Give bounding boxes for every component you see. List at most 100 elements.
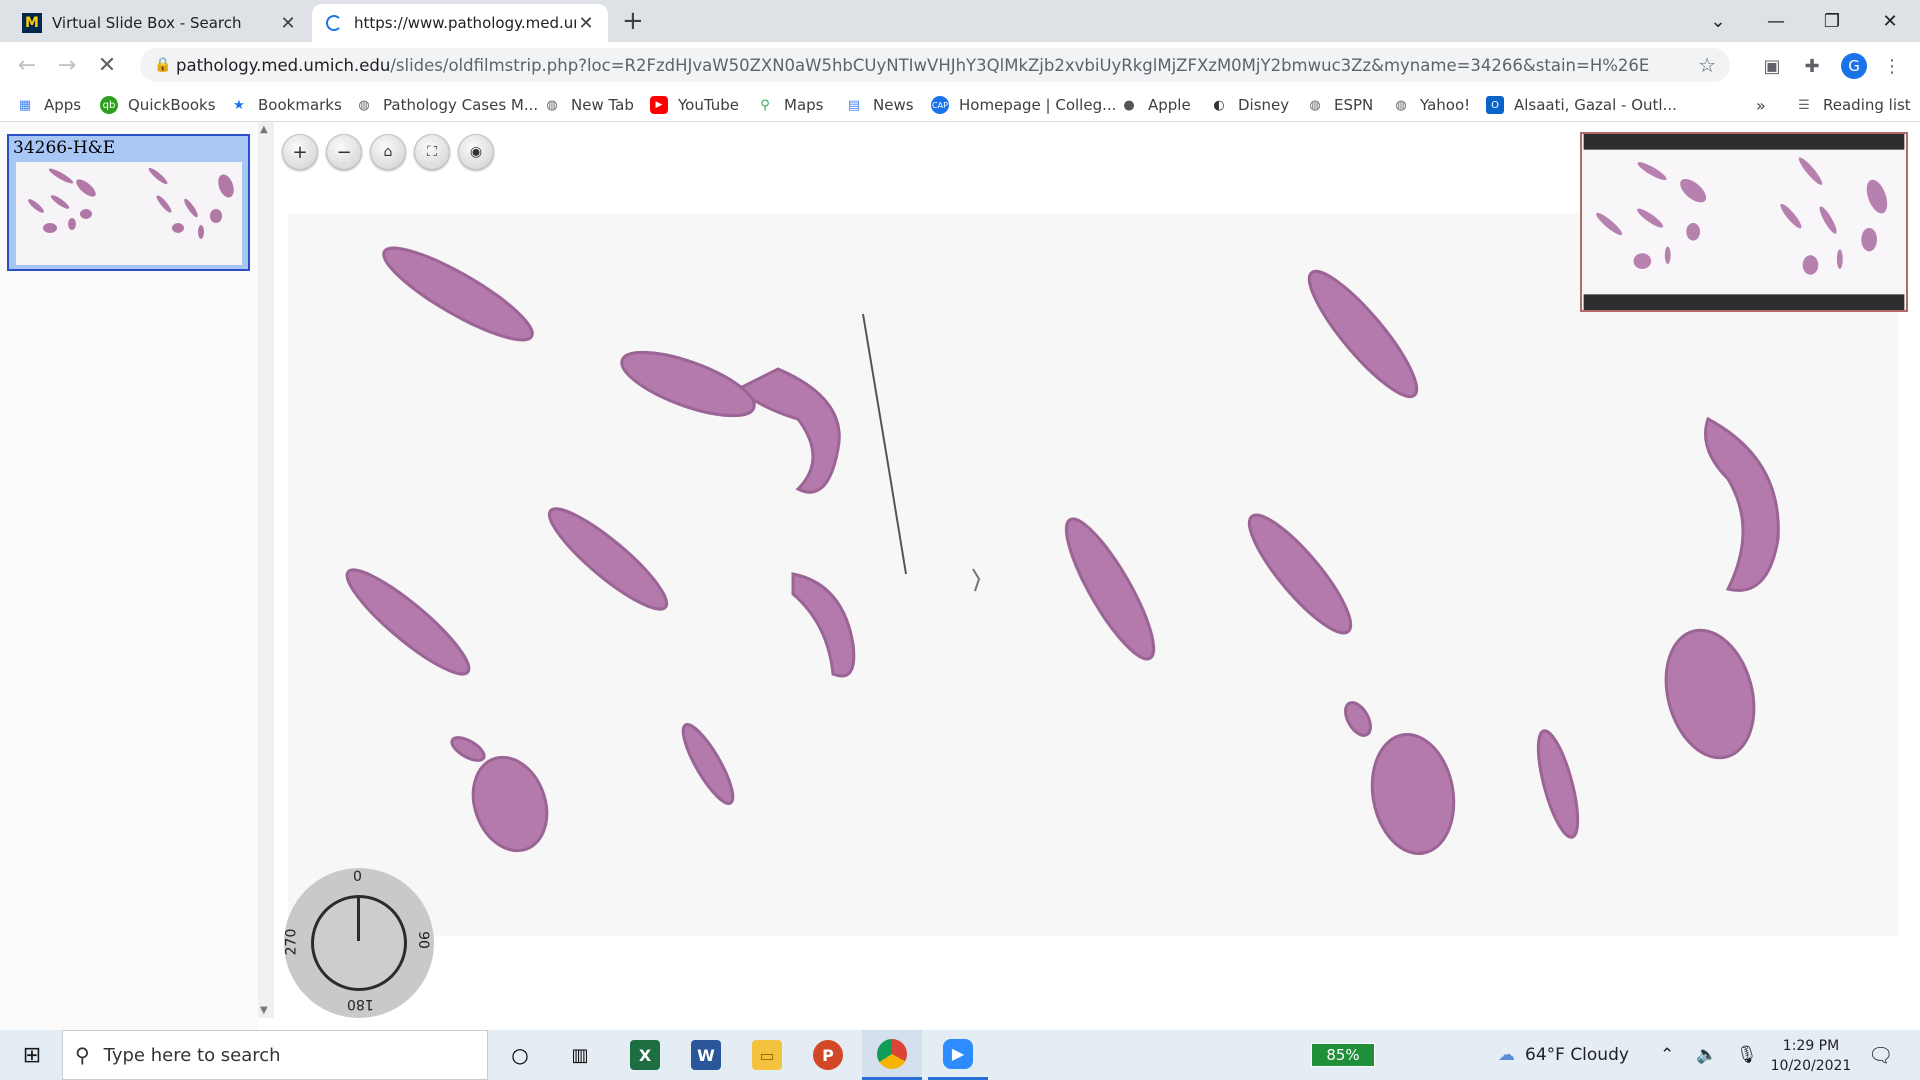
bookmarks-overflow[interactable]: » [1756,94,1766,116]
tab-virtual-slide-box[interactable]: M Virtual Slide Box - Search ✕ [10,4,310,42]
cloud-icon: ☁ [1498,1045,1515,1065]
minimize-button[interactable]: — [1748,0,1804,42]
close-icon[interactable]: ✕ [278,13,298,34]
clock-date: 10/20/2021 [1770,1058,1852,1074]
outlook-icon: O [1486,96,1504,114]
bookmark-star-icon[interactable]: ☆ [1698,53,1716,77]
loading-spinner-icon [324,13,344,33]
quickbooks-icon: qb [100,96,118,114]
slide-viewer[interactable]: + − ⌂ ⛶ ◉ 0 90 180 270 [278,122,1920,1018]
tab-title: https://www.pathology.med.umic [354,14,576,32]
profile-avatar[interactable]: G [1841,53,1867,79]
overview-navigator[interactable] [1580,132,1908,312]
bookmark-outlook[interactable]: O Alsaati, Gazal - Outl... [1486,94,1677,116]
fullscreen-button[interactable]: ⛶ [414,134,450,170]
thumbnail-image [16,162,242,265]
rotation-dial[interactable]: 0 90 180 270 [283,868,434,1018]
globe-icon: ◍ [1309,97,1321,113]
search-placeholder: Type here to search [103,1044,281,1066]
news-icon: ▤ [847,97,861,113]
youtube-icon: ▶ [650,96,668,114]
close-window-button[interactable]: ✕ [1862,0,1918,42]
bookmark-new-tab[interactable]: ◍ New Tab [543,94,634,116]
new-tab-button[interactable]: + [622,6,644,36]
scroll-down-arrow[interactable]: ▼ [260,1005,268,1016]
bookmark-pathology-cases[interactable]: ◍ Pathology Cases M... [355,94,538,116]
bookmark-disney[interactable]: ◐ Disney [1210,94,1289,116]
bookmark-homepage[interactable]: CAP Homepage | Colleg... [931,94,1116,116]
page-content: 34266-H&E ▲ ▼ + − ⌂ ⛶ ◉ 0 90 180 270 [0,122,1920,1030]
url-text: pathology.med.umich.edu/slides/oldfilmst… [176,55,1650,75]
umich-logo-icon: M [22,13,42,33]
slide-image[interactable] [288,214,1898,936]
menu-kebab-icon[interactable]: ⋮ [1880,54,1904,78]
bookmark-maps[interactable]: ⚲ Maps [756,94,823,116]
close-icon[interactable]: ✕ [576,13,596,34]
cap-icon: CAP [931,96,949,114]
globe-icon: ◍ [1395,97,1407,113]
dial-label-bottom: 180 [347,996,374,1012]
bookmark-apple[interactable]: ● Apple [1120,94,1190,116]
bookmark-apps[interactable]: ▦ Apps [16,94,81,116]
tab-strip: M Virtual Slide Box - Search ✕ https://w… [0,0,1920,42]
reading-list-icon: ☰ [1798,97,1810,113]
dial-label-top: 0 [353,869,362,885]
dial-label-left: 270 [283,928,300,956]
reading-list-button[interactable]: ☰ Reading list [1795,94,1911,116]
tab-search-icon[interactable]: ⌄ [1690,0,1746,42]
tab-pathology[interactable]: https://www.pathology.med.umic ✕ [312,4,608,42]
disney-icon: ◐ [1213,97,1225,113]
search-icon: ⚲ [75,1043,90,1067]
bookmark-youtube[interactable]: ▶ YouTube [650,94,739,116]
star-icon: ★ [233,97,245,113]
scroll-up-arrow[interactable]: ▲ [260,124,268,135]
bookmark-yahoo[interactable]: ◍ Yahoo! [1392,94,1470,116]
microphone-icon[interactable]: 🎙 [1736,1030,1758,1080]
browser-toolbar: ← → ✕ 🔒 pathology.med.umich.edu/slides/o… [0,42,1920,88]
chrome-icon[interactable] [862,1030,922,1080]
system-clock[interactable]: 1:29 PM 10/20/2021 [1765,1036,1857,1076]
zoom-app-icon[interactable]: ▶ [928,1030,988,1080]
bookmark-bookmarks[interactable]: ★ Bookmarks [230,94,342,116]
maps-icon: ⚲ [760,97,770,113]
bookmark-news[interactable]: ▤ News [845,94,914,116]
slide-thumbnail[interactable]: 34266-H&E [7,134,250,271]
extensions-puzzle-icon[interactable]: ✚ [1800,54,1824,78]
taskbar-search[interactable]: ⚲ Type here to search [62,1030,488,1080]
cortana-icon[interactable]: ○ [500,1030,540,1080]
back-button[interactable]: ← [12,50,42,80]
home-button[interactable]: ⌂ [370,134,406,170]
bookmark-quickbooks[interactable]: qb QuickBooks [100,94,216,116]
filmstrip-scrollbar[interactable]: ▲ ▼ [258,122,274,1018]
show-hidden-icons[interactable]: ⌃ [1660,1030,1674,1080]
notifications-icon[interactable]: 🗨 [1868,1030,1893,1080]
file-explorer-icon[interactable]: ▭ [747,1030,787,1080]
weather-widget[interactable]: ☁ 64°F Cloudy [1498,1030,1629,1080]
volume-icon[interactable]: 🔈 [1696,1030,1717,1080]
apps-grid-icon: ▦ [18,97,32,113]
task-view-icon[interactable]: ▥ [560,1030,600,1080]
globe-icon: ◍ [358,97,370,113]
extension-icon[interactable]: ▣ [1760,54,1784,78]
lock-icon: 🔒 [154,57,172,73]
rotation-needle[interactable] [357,897,360,941]
address-bar[interactable]: 🔒 pathology.med.umich.edu/slides/oldfilm… [140,48,1730,82]
clock-time: 1:29 PM [1782,1038,1840,1054]
zoom-in-button[interactable]: + [282,134,318,170]
restore-button[interactable]: ❐ [1804,0,1860,42]
battery-indicator[interactable]: 85% [1311,1043,1375,1067]
windows-start-icon[interactable]: ⊞ [12,1030,52,1080]
windows-taskbar: ⊞ ⚲ Type here to search ○ ▥ X W ▭ P ▶ 85… [0,1030,1920,1080]
bookmark-espn[interactable]: ◍ ESPN [1306,94,1373,116]
word-icon[interactable]: W [686,1030,726,1080]
filmstrip-panel: 34266-H&E [0,122,258,1030]
powerpoint-icon[interactable]: P [808,1030,848,1080]
stop-loading-button[interactable]: ✕ [92,50,122,80]
apple-icon: ● [1123,97,1135,113]
excel-icon[interactable]: X [625,1030,665,1080]
camera-button[interactable]: ◉ [458,134,494,170]
zoom-out-button[interactable]: − [326,134,362,170]
dial-label-right: 90 [414,931,431,949]
globe-icon: ◍ [546,97,558,113]
forward-button[interactable]: → [52,50,82,80]
